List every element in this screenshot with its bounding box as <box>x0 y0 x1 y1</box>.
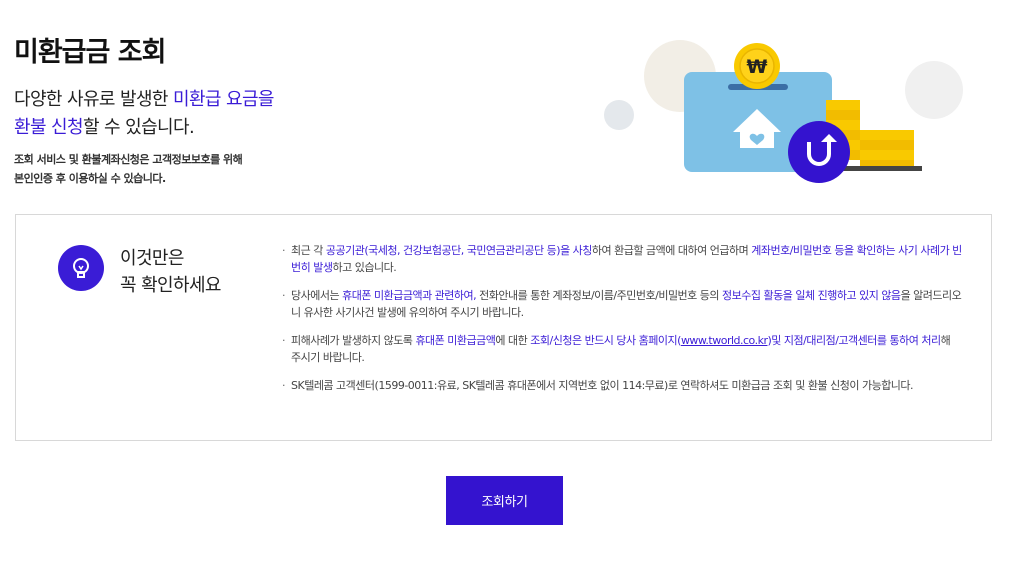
notice-item: 당사에서는 휴대폰 미환급금액과 관련하여, 전화안내를 통한 계좌정보/이름/… <box>282 288 962 321</box>
notice-highlight: 공공기관(국세청, 건강보험공단, 국민연금관리공단 등)을 사칭 <box>325 244 593 257</box>
notice-text: 최근 각 <box>291 244 326 257</box>
page-title: 미환급금 조회 <box>14 37 166 68</box>
notice-box: 이것만은 꼭 확인하세요 최근 각 공공기관(국세청, 건강보험공단, 국민연금… <box>15 214 992 441</box>
notice-highlight: 휴대폰 미환급금액 <box>415 334 496 347</box>
tworld-homepage-link[interactable]: www.tworld.co.kr <box>681 334 768 347</box>
lightbulb-icon <box>58 245 104 291</box>
notice-text: 전화안내를 통한 계좌정보/이름/주민번호/비밀번호 등의 <box>476 289 723 302</box>
notice-highlight: 조회/신청은 반드시 당사 홈페이지( <box>530 334 681 347</box>
notice-heading-line2: 꼭 확인하세요 <box>120 275 221 296</box>
notice-text: 피해사례가 발생하지 않도록 <box>291 334 416 347</box>
hero-illustration: ₩ <box>604 40 963 183</box>
lead-highlight: 미환급 요금을 <box>173 89 274 110</box>
notice-highlight: 휴대폰 미환급금액과 관련하여, <box>342 289 477 302</box>
bubble-decoration <box>905 61 963 119</box>
notice-item: 최근 각 공공기관(국세청, 건강보험공단, 국민연금관리공단 등)을 사칭하여… <box>282 243 962 276</box>
bubble-decoration <box>604 100 634 130</box>
lead-text: 다양한 사유로 발생한 <box>14 89 174 110</box>
notice-highlight: )및 지점/대리점/고객센터를 통하여 처리 <box>767 334 942 347</box>
lead-highlight-refund: 환불 신청 <box>14 117 84 138</box>
notice-highlight: 정보수집 활동을 일체 진행하고 있지 않음 <box>722 289 901 302</box>
notice-text: SK텔레콤 고객센터(1599-0011:유료, SK텔레콤 휴대폰에서 지역번… <box>291 379 914 392</box>
notice-text: 하고 있습니다. <box>332 260 397 274</box>
coin-icon: ₩ <box>734 43 780 89</box>
coin-symbol: ₩ <box>747 56 768 78</box>
notice-heading: 이것만은 꼭 확인하세요 <box>120 245 221 299</box>
auth-note: 조회 서비스 및 환불계좌신청은 고객정보보호를 위해 본인인증 후 이용하실 … <box>14 150 243 188</box>
notice-text: 에 대한 <box>495 334 531 347</box>
notice-item: 피해사례가 발생하지 않도록 휴대폰 미환급금액에 대한 조회/신청은 반드시 … <box>282 333 962 366</box>
auth-note-line2: 본인인증 후 이용하실 수 있습니다. <box>14 172 166 185</box>
inquiry-button[interactable]: 조회하기 <box>446 476 563 525</box>
notice-text: 당사에서는 <box>291 289 343 302</box>
auth-note-line1: 조회 서비스 및 환불계좌신청은 고객정보보호를 위해 <box>14 153 243 166</box>
notice-item: SK텔레콤 고객센터(1599-0011:유료, SK텔레콤 휴대폰에서 지역번… <box>282 378 962 395</box>
notice-text: 하여 환급할 금액에 대하여 언급하며 <box>591 244 752 257</box>
lead-text-end: 할 수 있습니다. <box>82 117 195 138</box>
page-lead: 다양한 사유로 발생한 미환급 요금을 환불 신청할 수 있습니다. <box>14 86 275 142</box>
notice-heading-line1: 이것만은 <box>120 248 184 269</box>
notice-list: 최근 각 공공기관(국세청, 건강보험공단, 국민연금관리공단 등)을 사칭하여… <box>282 243 962 407</box>
refund-arrow-icon <box>788 121 850 183</box>
